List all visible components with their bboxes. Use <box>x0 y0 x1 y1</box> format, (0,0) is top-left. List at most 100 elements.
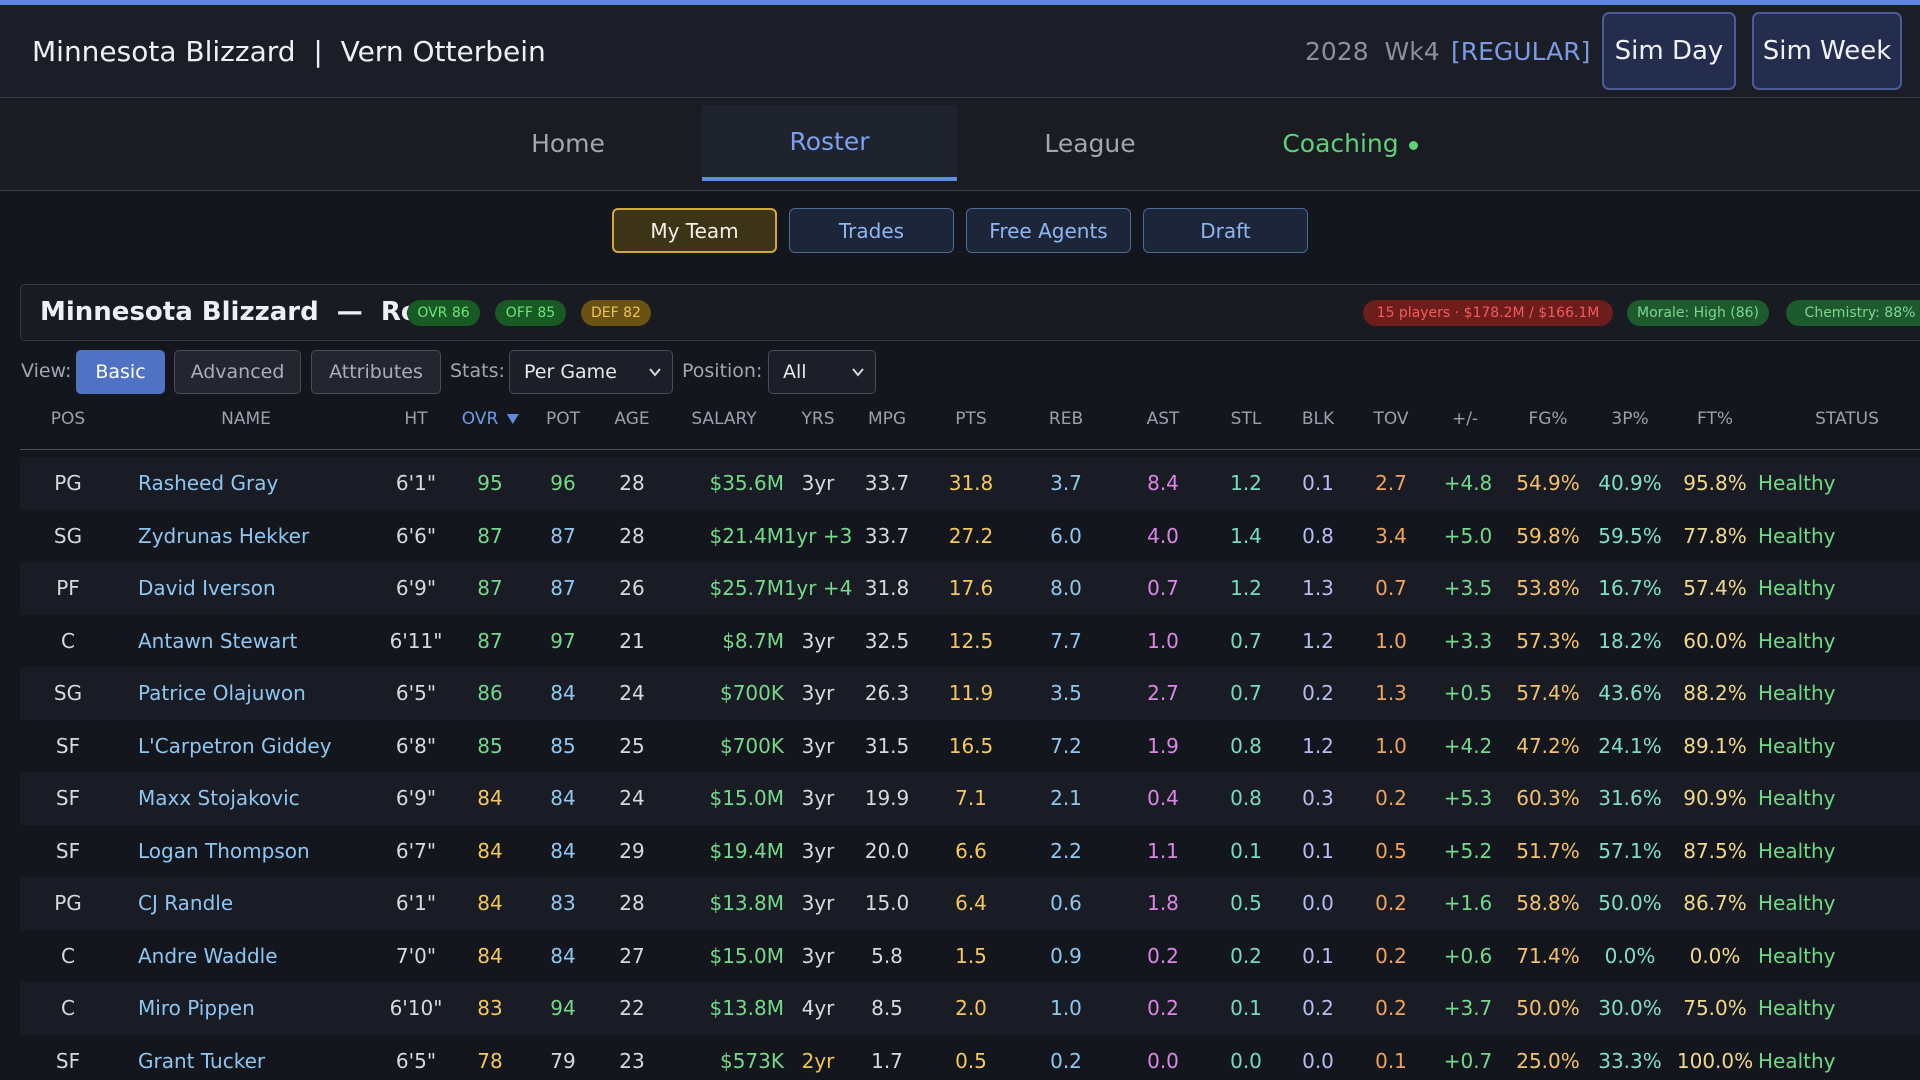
cell-player-name[interactable]: David Iverson <box>138 576 276 600</box>
cell-overall: 87 <box>477 576 503 600</box>
table-row[interactable]: PG Rasheed Gray 6'1" 95 96 28 $35.6M 3yr 33.7 31.… <box>20 457 1920 510</box>
view-attributes-button[interactable]: Attributes <box>311 350 441 394</box>
cell-potential: 87 <box>550 576 576 600</box>
col-pot[interactable]: POT <box>546 409 580 429</box>
cell-ft-pct: 60.0% <box>1683 628 1747 653</box>
cell-player-name[interactable]: Maxx Stojakovic <box>138 786 300 810</box>
cell-player-name[interactable]: Miro Pippen <box>138 996 255 1020</box>
cell-turnovers: 1.0 <box>1375 733 1407 758</box>
col-tov[interactable]: TOV <box>1373 409 1408 429</box>
col-name[interactable]: NAME <box>221 409 271 429</box>
cell-potential: 87 <box>550 523 576 548</box>
cell-age: 23 <box>619 1048 645 1073</box>
cell-minutes: 19.9 <box>864 786 910 810</box>
subtab-draft[interactable]: Draft <box>1143 208 1308 253</box>
cell-status: Healthy <box>1758 733 1836 758</box>
stats-select-value: Per Game <box>524 361 617 383</box>
cell-blocks: 0.3 <box>1302 786 1334 810</box>
table-row[interactable]: PF David Iverson 6'9" 87 87 26 $25.7M 1yr +4 31.… <box>20 562 1920 615</box>
table-row[interactable]: C Antawn Stewart 6'11" 87 97 21 $8.7M 3yr 32.5 12… <box>20 615 1920 668</box>
table-row[interactable]: SF Logan Thompson 6'7" 84 84 29 $19.4M 3yr 20.0 6… <box>20 825 1920 878</box>
cell-height: 6'6" <box>395 523 437 548</box>
team-name: Minnesota Blizzard <box>32 35 296 68</box>
col-ht[interactable]: HT <box>404 409 427 429</box>
cell-status: Healthy <box>1758 628 1836 653</box>
cell-plus-minus: +3.3 <box>1443 628 1493 653</box>
cell-rebounds: 7.2 <box>1050 733 1082 758</box>
cell-position: C <box>61 628 75 653</box>
tab-home[interactable]: Home <box>468 105 668 181</box>
app-header: Minnesota Blizzard | Vern Otterbein 2028… <box>0 5 1920 98</box>
cell-rebounds: 2.2 <box>1050 838 1082 863</box>
col-plus-minus[interactable]: +/- <box>1452 409 1478 429</box>
view-advanced-button[interactable]: Advanced <box>174 350 301 394</box>
col-fg-pct[interactable]: FG% <box>1528 409 1567 429</box>
col-status[interactable]: STATUS <box>1815 409 1879 429</box>
subtab-free-agents[interactable]: Free Agents <box>966 208 1131 253</box>
cell-steals: 1.2 <box>1230 471 1262 495</box>
table-row[interactable]: SG Zydrunas Hekker 6'6" 87 87 28 $21.4M 1yr +3 3… <box>20 510 1920 563</box>
cell-position: PF <box>56 576 80 600</box>
col-3p-pct[interactable]: 3P% <box>1611 409 1648 429</box>
cell-fg-pct: 59.8% <box>1516 523 1580 548</box>
subtab-my-team[interactable]: My Team <box>612 208 777 253</box>
cell-overall: 85 <box>477 733 503 758</box>
table-row[interactable]: SG Patrice Olajuwon 6'5" 86 84 24 $700K 3yr 26.3… <box>20 667 1920 720</box>
subtab-trades[interactable]: Trades <box>789 208 954 253</box>
cell-turnovers: 0.2 <box>1375 996 1407 1020</box>
cell-player-name[interactable]: Andre Waddle <box>138 944 278 968</box>
cell-ft-pct: 57.4% <box>1683 576 1747 600</box>
sim-day-button[interactable]: Sim Day <box>1602 12 1736 90</box>
table-row[interactable]: PG CJ Randle 6'1" 84 83 28 $13.8M 3yr 15.0 6.4 0.6… <box>20 877 1920 930</box>
col-reb[interactable]: REB <box>1049 409 1083 429</box>
cell-points: 12.5 <box>948 628 994 653</box>
table-row[interactable]: SF Grant Tucker 6'5" 78 79 23 $573K 2yr 1.7 0.5 0.… <box>20 1035 1920 1080</box>
table-row[interactable]: SF Maxx Stojakovic 6'9" 84 84 24 $15.0M 3yr 19.9… <box>20 772 1920 825</box>
stats-select[interactable]: Per Game <box>509 350 673 394</box>
tab-league[interactable]: League <box>990 105 1190 181</box>
cell-steals: 0.2 <box>1230 943 1262 968</box>
cell-player-name[interactable]: CJ Randle <box>138 891 233 915</box>
cell-player-name[interactable]: Antawn Stewart <box>138 629 297 653</box>
col-mpg[interactable]: MPG <box>868 409 906 429</box>
col-age[interactable]: AGE <box>614 409 649 429</box>
cell-potential: 94 <box>550 996 576 1020</box>
cell-player-name[interactable]: Logan Thompson <box>138 839 310 863</box>
col-pts[interactable]: PTS <box>955 409 986 429</box>
cell-plus-minus: +0.5 <box>1443 681 1493 705</box>
sim-week-button[interactable]: Sim Week <box>1752 12 1902 90</box>
col-yrs[interactable]: YRS <box>802 409 835 429</box>
position-select[interactable]: All <box>768 350 876 394</box>
col-ft-pct[interactable]: FT% <box>1697 409 1733 429</box>
cell-contract-years: 3yr <box>801 891 835 915</box>
cell-overall: 87 <box>477 523 503 548</box>
col-ovr[interactable]: OVR <box>462 409 519 429</box>
col-stl[interactable]: STL <box>1231 409 1262 429</box>
cell-three-pct: 33.3% <box>1598 1048 1662 1073</box>
view-basic-button[interactable]: Basic <box>76 350 165 394</box>
cell-three-pct: 16.7% <box>1598 576 1662 600</box>
cell-position: C <box>61 996 75 1020</box>
cell-turnovers: 3.4 <box>1375 523 1407 548</box>
cell-player-name[interactable]: L'Carpetron Giddey <box>138 734 332 758</box>
cell-salary: $25.7M <box>709 576 784 600</box>
cell-player-name[interactable]: Grant Tucker <box>138 1049 265 1073</box>
tab-coaching[interactable]: Coaching <box>1250 105 1450 181</box>
table-row[interactable]: SF L'Carpetron Giddey 6'8" 85 85 25 $700K 3yr 31… <box>20 720 1920 773</box>
cell-assists: 0.2 <box>1147 943 1179 968</box>
cell-steals: 0.7 <box>1230 681 1262 705</box>
table-row[interactable]: C Andre Waddle 7'0" 84 84 27 $15.0M 3yr 5.8 1.5 0.… <box>20 930 1920 983</box>
tab-roster[interactable]: Roster <box>702 105 957 181</box>
cell-player-name[interactable]: Zydrunas Hekker <box>138 524 309 548</box>
table-row[interactable]: C Miro Pippen 6'10" 83 94 22 $13.8M 4yr 8.5 2.0 1.… <box>20 982 1920 1035</box>
col-salary[interactable]: SALARY <box>691 409 756 429</box>
col-pos[interactable]: POS <box>51 409 85 429</box>
cell-height: 6'8" <box>395 733 437 758</box>
cell-player-name[interactable]: Patrice Olajuwon <box>138 681 306 705</box>
cell-contract-years: 3yr <box>801 471 835 495</box>
cap-badge: 15 players · $178.2M / $166.1M <box>1363 300 1613 326</box>
col-blk[interactable]: BLK <box>1302 409 1334 429</box>
cell-salary: $21.4M <box>709 523 784 548</box>
cell-player-name[interactable]: Rasheed Gray <box>138 471 278 495</box>
col-ast[interactable]: AST <box>1147 409 1180 429</box>
